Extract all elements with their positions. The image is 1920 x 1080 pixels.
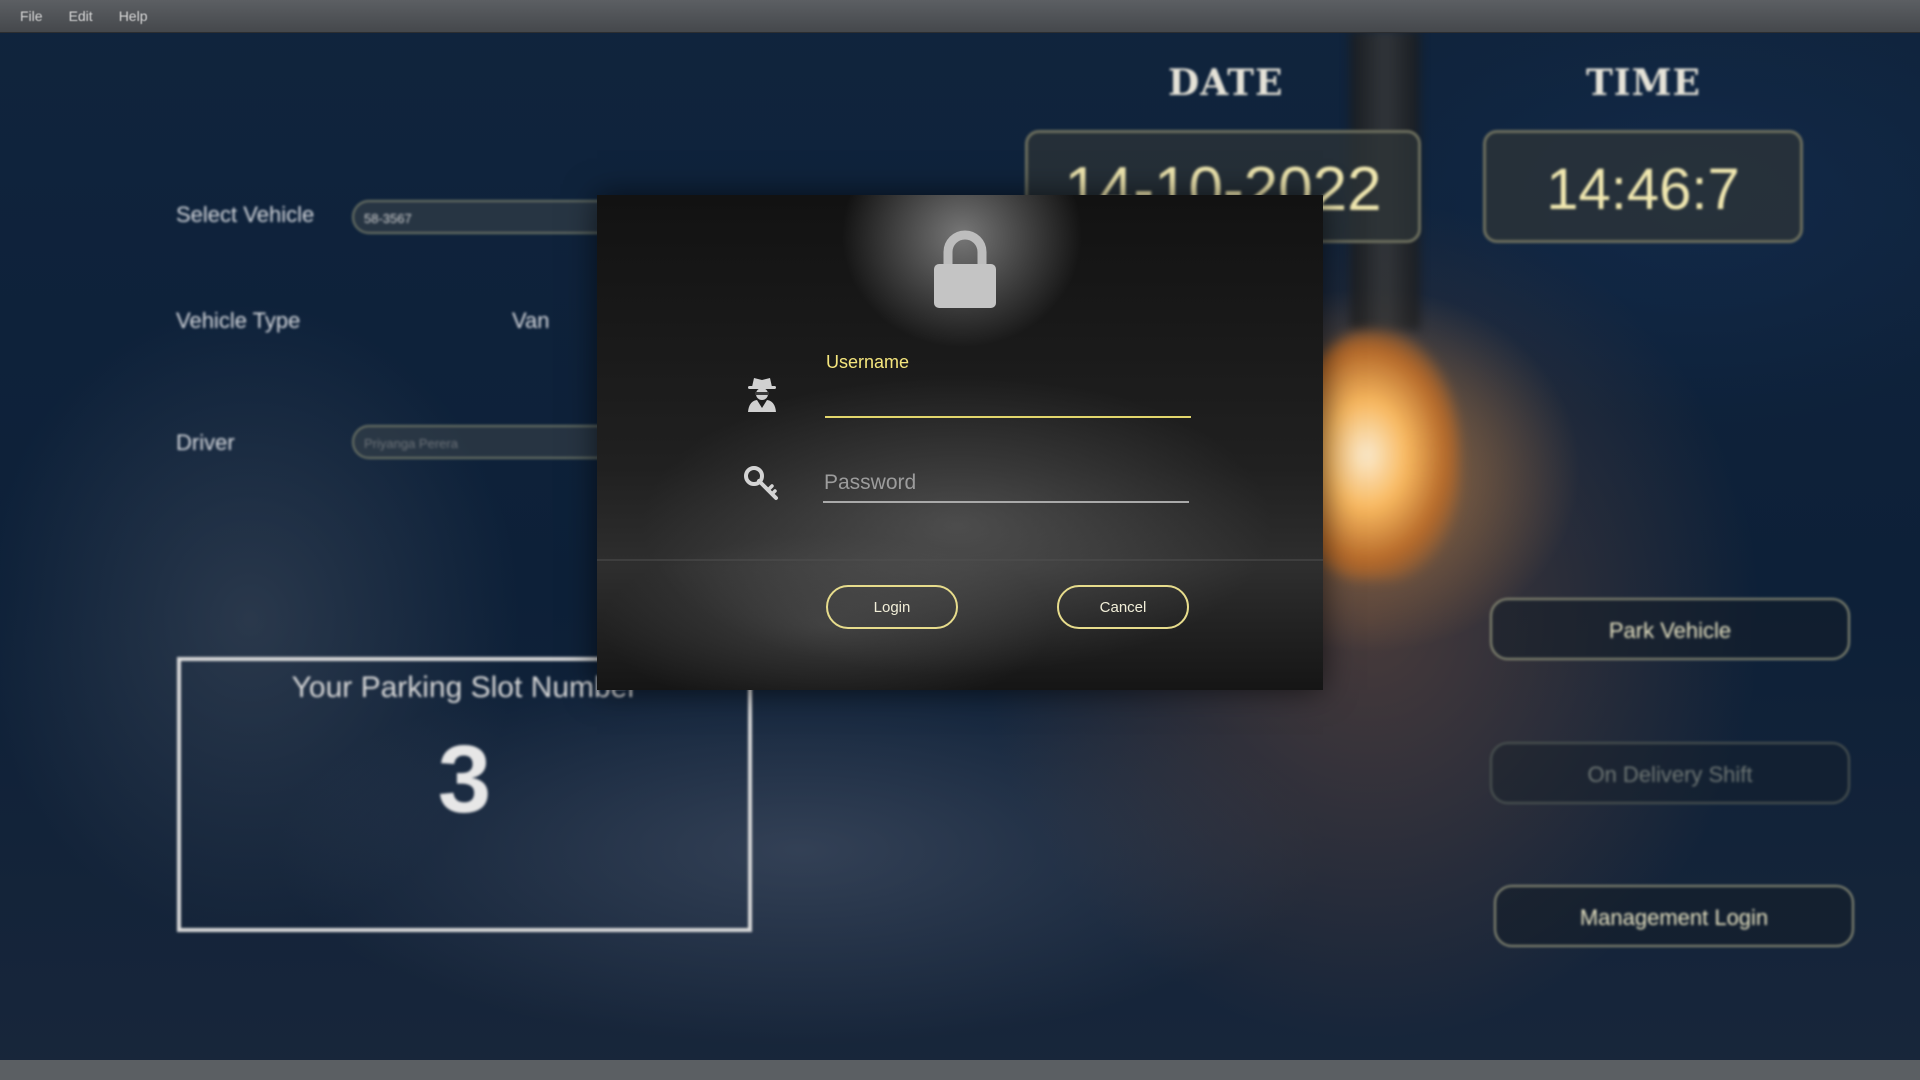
cancel-button[interactable]: Cancel — [1057, 585, 1189, 629]
park-vehicle-button[interactable]: Park Vehicle — [1490, 598, 1850, 660]
login-button[interactable]: Login — [826, 585, 958, 629]
lock-icon — [934, 230, 996, 308]
username-input[interactable] — [825, 380, 1191, 418]
menubar: File Edit Help — [0, 0, 1920, 33]
menu-edit[interactable]: Edit — [69, 8, 93, 24]
driver-label: Driver — [176, 430, 235, 455]
login-dialog: Username Login Cancel — [597, 195, 1323, 690]
time-heading: TIME — [1586, 62, 1701, 104]
bottom-bar — [0, 1060, 1920, 1080]
dialog-floor-decoration — [597, 559, 1323, 561]
spy-user-icon — [748, 378, 776, 412]
parking-slot-number: 3 — [437, 726, 492, 833]
username-label: Username — [826, 352, 910, 372]
time-display: 14:46:7 — [1483, 130, 1803, 243]
menu-help[interactable]: Help — [119, 8, 148, 24]
app-window: File Edit Help Select Vehicle 58-3567 Ve… — [0, 0, 1920, 1080]
vehicle-type-label: Vehicle Type — [176, 308, 301, 333]
select-vehicle-label: Select Vehicle — [176, 202, 315, 227]
key-icon — [744, 466, 778, 500]
vehicle-type-value: Van — [512, 308, 550, 333]
parking-slot-panel: Your Parking Slot Number 3 — [177, 657, 752, 932]
password-input[interactable] — [823, 465, 1189, 503]
management-login-button[interactable]: Management Login — [1494, 885, 1854, 947]
menu-file[interactable]: File — [20, 8, 43, 24]
date-heading: DATE — [1168, 62, 1284, 104]
on-delivery-shift-button[interactable]: On Delivery Shift — [1490, 742, 1850, 804]
